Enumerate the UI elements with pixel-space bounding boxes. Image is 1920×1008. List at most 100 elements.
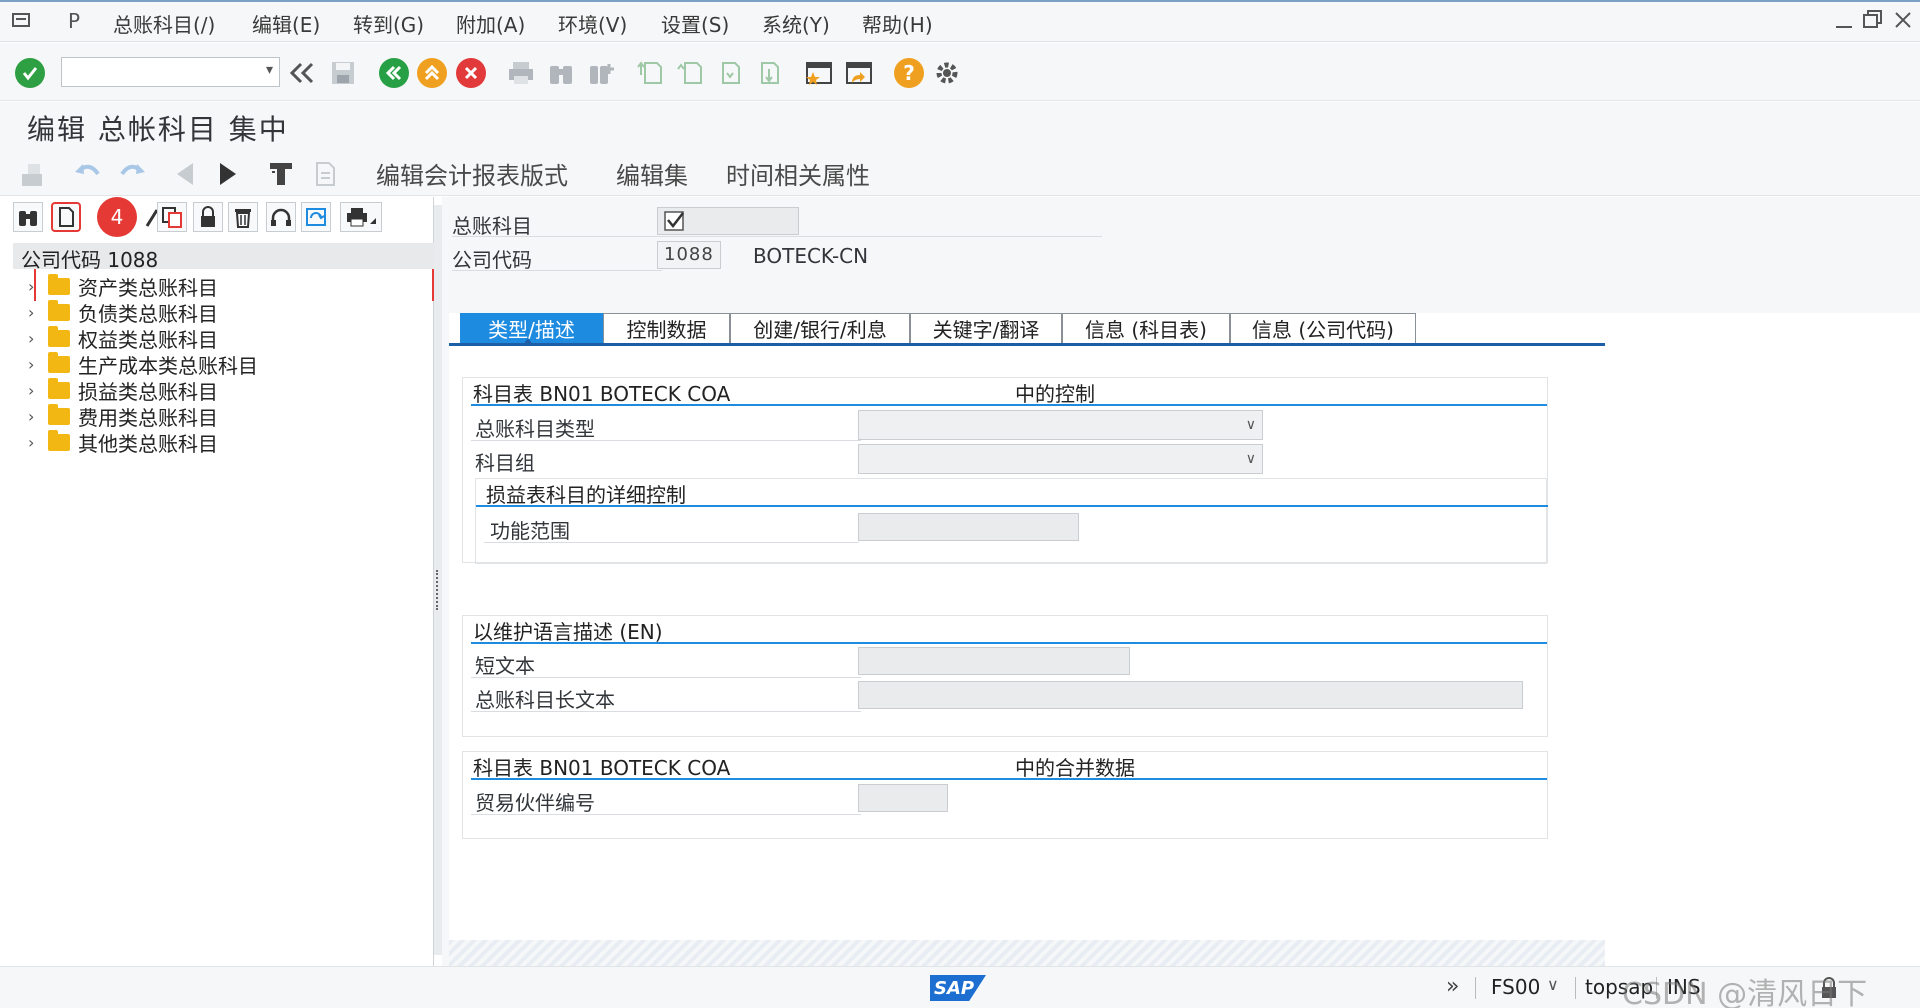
gl-account-field[interactable]	[657, 207, 799, 235]
tab-control-data[interactable]: 控制数据	[603, 313, 730, 343]
prev-page-icon[interactable]	[673, 55, 709, 91]
sap-menu-icon[interactable]	[12, 11, 34, 31]
tree-node-liabilities[interactable]: › 负债类总账科目	[28, 299, 218, 326]
divider	[452, 270, 662, 271]
new-session-icon[interactable]	[801, 55, 837, 91]
find-icon[interactable]	[543, 55, 579, 91]
copy-icon[interactable]	[157, 202, 187, 232]
short-text-field[interactable]	[858, 647, 1130, 675]
menu-settings[interactable]: 设置(S)	[661, 9, 729, 38]
pane-splitter[interactable]	[434, 205, 442, 955]
functional-area-field[interactable]	[858, 513, 1079, 541]
chevron-right-icon[interactable]: ›	[28, 433, 42, 452]
chevron-right-icon[interactable]: ›	[28, 407, 42, 426]
history-icon[interactable]	[284, 55, 320, 91]
functional-area-label: 功能范围	[490, 519, 570, 543]
divider	[471, 440, 861, 441]
help-icon[interactable]: ?	[891, 55, 927, 91]
right-blank-area	[1605, 313, 1920, 966]
tree-root-row[interactable]: 公司代码 1088	[13, 243, 434, 272]
display-change-icon[interactable]	[266, 160, 296, 188]
chevron-right-icon[interactable]: ›	[28, 277, 42, 296]
tree-node-assets[interactable]: › 资产类总账科目	[28, 273, 218, 300]
where-used-icon[interactable]	[266, 202, 296, 232]
print-icon[interactable]	[503, 55, 539, 91]
description-group: 以维护语言描述 (EN) 短文本 总账科目长文本	[462, 615, 1548, 737]
trading-partner-field[interactable]	[858, 784, 948, 812]
edit-fs-version-link[interactable]: 编辑会计报表版式	[376, 156, 568, 191]
menu-gl-account[interactable]: 总账科目(/)	[113, 9, 215, 38]
chevron-down-icon[interactable]: ∨	[1246, 451, 1256, 467]
enter-icon[interactable]	[12, 55, 48, 91]
checkbox-icon[interactable]	[664, 211, 686, 231]
menu-extras[interactable]: 附加(A)	[456, 9, 525, 38]
chevron-down-icon[interactable]: ∨	[1547, 975, 1559, 994]
account-type-select[interactable]: ∨	[858, 410, 1263, 440]
undo-icon[interactable]	[72, 160, 102, 186]
print-menu-icon[interactable]	[340, 202, 382, 232]
minimize-icon[interactable]	[1834, 8, 1854, 32]
tree-node-label: 负债类总账科目	[78, 301, 218, 326]
lock-icon[interactable]	[193, 202, 223, 232]
menu-edit[interactable]: 编辑(E)	[252, 9, 320, 38]
menu-system[interactable]: 系统(Y)	[762, 9, 830, 38]
folder-icon	[48, 351, 70, 373]
delete-icon[interactable]	[228, 202, 258, 232]
tree-node-expenses[interactable]: › 费用类总账科目	[28, 403, 218, 430]
tree-node-equity[interactable]: › 权益类总账科目	[28, 325, 218, 352]
shortcut-icon[interactable]	[841, 55, 877, 91]
account-group-select[interactable]: ∨	[858, 444, 1263, 474]
menu-bar: P 总账科目(/) 编辑(E) 转到(G) 附加(A) 环境(V) 设置(S) …	[0, 0, 1920, 42]
tree-node-profit-loss[interactable]: › 损益类总账科目	[28, 377, 218, 404]
back-icon[interactable]	[376, 55, 412, 91]
tab-keyword-translation[interactable]: 关键字/翻译	[910, 313, 1062, 343]
chevron-right-icon[interactable]: ›	[28, 329, 42, 348]
tab-info-company-code[interactable]: 信息 (公司代码)	[1230, 313, 1416, 343]
chevron-down-icon[interactable]: ∨	[1246, 417, 1256, 433]
tab-label: 信息 (公司代码)	[1252, 318, 1394, 342]
annotation-badge-number: 4	[110, 205, 124, 229]
detail-pane: 总账科目 公司代码 1088 BOTECK-CN 类型/描述 控制数据 创建/银…	[442, 197, 1920, 966]
menu-environment[interactable]: 环境(V)	[558, 9, 627, 38]
folder-icon	[48, 403, 70, 425]
menu-goto[interactable]: 转到(G)	[353, 9, 424, 38]
chevron-down-icon[interactable]: ▾	[266, 62, 273, 78]
close-icon[interactable]	[1893, 8, 1913, 32]
last-page-icon[interactable]	[750, 55, 786, 91]
next-icon[interactable]	[216, 160, 240, 188]
first-page-icon[interactable]	[633, 55, 669, 91]
divider	[471, 677, 861, 678]
sap-p-icon[interactable]: P	[66, 10, 88, 32]
redo-icon[interactable]	[118, 160, 148, 186]
restore-icon[interactable]	[1862, 8, 1884, 32]
binoculars-icon[interactable]	[13, 202, 43, 232]
chevron-right-icon[interactable]: ›	[28, 355, 42, 374]
save-icon[interactable]	[325, 55, 361, 91]
time-dependent-attr-link[interactable]: 时间相关属性	[726, 156, 870, 191]
menu-help[interactable]: 帮助(H)	[862, 9, 933, 38]
other-object-icon[interactable]	[18, 160, 48, 188]
edit-set-link[interactable]: 编辑集	[616, 156, 688, 191]
customize-icon[interactable]	[929, 55, 965, 91]
exit-icon[interactable]	[414, 55, 450, 91]
next-page-icon[interactable]	[711, 55, 747, 91]
chevron-right-icon[interactable]: ›	[28, 303, 42, 322]
control-group-title-suffix: 中的控制	[1015, 382, 1095, 406]
tab-info-coa[interactable]: 信息 (科目表)	[1062, 313, 1230, 343]
find-next-icon[interactable]	[583, 55, 619, 91]
tree-node-label: 权益类总账科目	[78, 327, 218, 352]
refresh-icon[interactable]	[301, 202, 331, 232]
tab-create-bank-interest[interactable]: 创建/银行/利息	[730, 313, 910, 343]
active-tab-pointer	[522, 338, 534, 346]
create-icon[interactable]	[51, 202, 81, 232]
chevron-right-icon[interactable]: ›	[28, 381, 42, 400]
long-text-field[interactable]	[858, 681, 1523, 709]
company-code-field[interactable]: 1088	[657, 241, 721, 269]
tree-node-other[interactable]: › 其他类总账科目	[28, 429, 218, 456]
double-chevron-icon[interactable]: »	[1446, 974, 1459, 999]
previous-icon[interactable]	[173, 160, 197, 188]
command-field[interactable]: ▾	[61, 57, 280, 87]
tree-node-production-cost[interactable]: › 生产成本类总账科目	[28, 351, 258, 378]
cancel-icon[interactable]	[453, 55, 489, 91]
document-icon[interactable]	[312, 160, 340, 188]
